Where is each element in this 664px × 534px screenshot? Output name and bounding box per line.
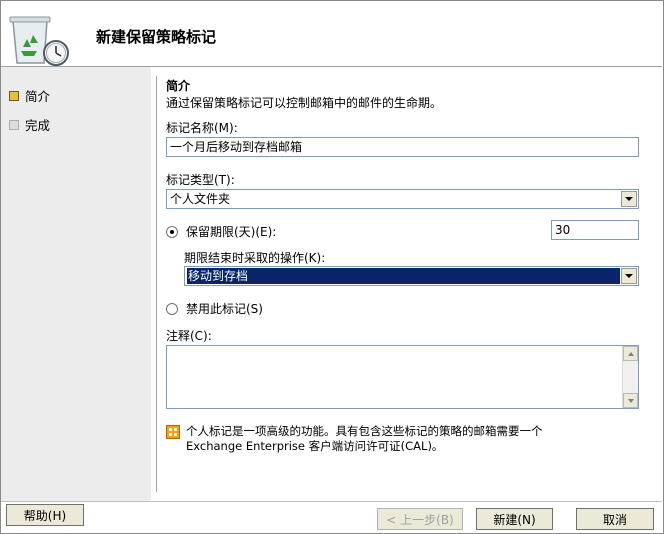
inactive-step-icon [9,119,19,130]
dialog-title: 新建保留策略标记 [96,28,217,46]
new-button[interactable]: 新建(N) [476,508,553,530]
action-select[interactable]: 移动到存档 [184,266,639,286]
back-button[interactable]: < 上一步(B) [377,508,463,530]
recycle-bin-clock-icon [9,16,69,66]
nav-item-label: 简介 [25,89,51,104]
scroll-up-icon[interactable] [623,346,638,361]
scroll-down-icon[interactable] [623,393,638,408]
active-step-icon [9,90,19,101]
warning-icon [166,425,180,439]
wizard-nav-panel: 简介 完成 [1,67,151,501]
comment-scrollbar[interactable] [622,346,638,408]
help-button[interactable]: 帮助(H) [6,504,84,526]
intro-description: 通过保留策略标记可以控制邮箱中的邮件的生命期。 [166,96,443,110]
intro-heading: 简介 [166,79,191,93]
chevron-down-icon[interactable] [621,191,637,207]
action-select-value: 移动到存档 [187,268,620,284]
type-select-value: 个人文件夹 [170,192,231,206]
info-line-2: Exchange Enterprise 客户端访问许可证(CAL)。 [186,439,444,453]
disable-radio-label: 禁用此标记(S) [186,302,263,316]
nav-item-label: 完成 [25,118,51,133]
type-label: 标记类型(T): [166,173,235,187]
type-select[interactable]: 个人文件夹 [166,189,639,209]
comment-textarea[interactable] [166,345,639,409]
action-label: 期限结束时采取的操作(K): [184,251,326,265]
nav-item-intro[interactable]: 简介 [9,86,50,105]
dialog-header: 新建保留策略标记 [1,1,662,67]
name-label: 标记名称(M): [166,121,238,135]
cancel-button[interactable]: 取消 [576,508,654,530]
name-input[interactable]: 一个月后移动到存档邮箱 [166,137,639,157]
radio-selected-icon [166,225,178,238]
radio-unselected-icon [166,302,178,315]
retention-radio[interactable]: 保留期限(天)(E): [166,223,276,240]
disable-tag-radio[interactable]: 禁用此标记(S) [166,300,263,317]
retention-radio-label: 保留期限(天)(E): [186,225,277,239]
retention-days-input[interactable]: 30 [551,220,639,240]
info-line-1: 个人标记是一项高级的功能。具有包含这些标记的策略的邮箱需要一个 [186,424,543,438]
main-content: 简介 通过保留策略标记可以控制邮箱中的邮件的生命期。 标记名称(M): 一个月后… [157,67,662,501]
comment-label: 注释(C): [166,329,212,343]
chevron-down-icon[interactable] [621,268,637,284]
footer-divider [1,501,662,502]
nav-item-complete[interactable]: 完成 [9,115,50,134]
